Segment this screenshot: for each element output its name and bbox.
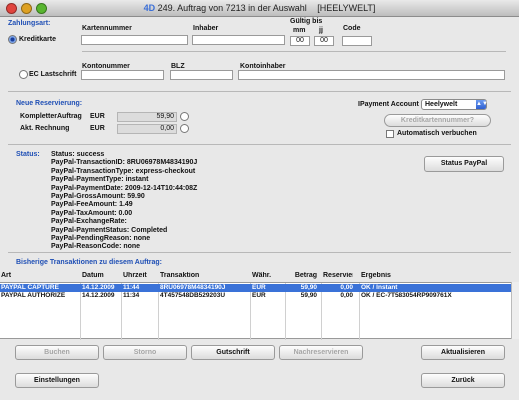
column-header-reserviert[interactable]: Reserviert [323,272,353,279]
transactions-section-label: Bisherige Transaktionen zu diesem Auftra… [16,259,162,266]
complete-order-currency: EUR [90,113,105,120]
auto-book-label: Automatisch verbuchen [397,130,477,137]
cell-datum: 14.12.2009 [82,292,115,299]
gutschrift-button[interactable]: Gutschrift [191,345,275,360]
section-divider-3 [8,252,511,253]
account-number-field[interactable] [81,70,164,80]
valid-until-column: Gültig bis [290,18,323,25]
account-holder-field[interactable] [238,70,505,80]
status-line: PayPal-FeeAmount: 1.49 [51,201,133,209]
status-line: PayPal-GrossAmount: 59.90 [51,193,145,201]
complete-order-amount: 59,90 [117,112,177,122]
cell-art: PAYPAL AUTHORIZE [1,292,66,299]
ipayment-account-select[interactable]: Heelywelt ▲▼ [421,99,488,110]
column-header-transaktion[interactable]: Transaktion [160,272,250,279]
card-holder-column: Inhaber [193,25,219,32]
window-title-text: 249. Auftrag von 7213 in der Auswahl [157,3,307,13]
reservation-section-label: Neue Reservierung: [16,100,83,107]
transactions-scrollbar[interactable] [511,282,519,339]
status-line: PayPal-TransactionID: 8RU06978M4834190J [51,159,198,167]
status-line: PayPal-TaxAmount: 0.00 [51,209,133,217]
blz-column: BLZ [171,63,185,70]
cell-waehrung: EUR [252,292,266,299]
status-line: PayPal-PaymentStatus: Completed [51,226,168,234]
cell-betrag: 59,90 [300,292,317,299]
app-icon: 4D [143,3,156,13]
status-text: Status: success PayPal-TransactionID: 8RU… [51,151,351,252]
cell-reserviert: 0,00 [340,284,353,291]
status-line: Status: success [51,151,105,158]
card-code-field[interactable] [342,36,372,46]
card-number-column: Kartennummer [82,25,132,32]
account-holder-column: Kontoinhaber [240,63,286,70]
payment-section-label: Zahlungsart: [8,20,51,27]
status-section-label: Status: [16,151,40,158]
cell-reserviert: 0,00 [340,292,353,299]
complete-order-radio[interactable] [180,112,189,121]
blz-field[interactable] [170,70,233,80]
column-header-betrag[interactable]: Betrag [287,272,317,279]
year-field[interactable]: 00 [314,36,334,46]
month-column: mm [293,27,306,34]
chevron-down-icon: ▲▼ [476,100,488,109]
storno-button[interactable]: Storno [103,345,187,360]
transactions-header: Art Datum Uhrzeit Transaktion Währ. Betrag Res… [0,272,519,280]
buchen-button[interactable]: Buchen [15,345,99,360]
credit-card-number-button[interactable]: Kreditkartennummer? [384,114,491,127]
cell-datum: 14.12.2009 [82,284,115,291]
column-header-art[interactable]: Art [1,272,81,279]
status-line: PayPal-ExchangeRate: [51,218,127,226]
card-number-field[interactable] [81,35,188,45]
payment-divider [82,51,506,52]
current-invoice-amount: 0,00 [117,124,177,134]
status-line: PayPal-ReasonCode: none [51,243,141,251]
nachreservieren-button[interactable]: Nachreservieren [279,345,363,360]
card-code-column: Code [343,25,361,32]
current-invoice-radio[interactable] [180,124,189,133]
column-header-waehrung[interactable]: Währ. [252,272,282,279]
kreditkarte-label: Kreditkarte [19,36,56,43]
zurueck-button[interactable]: Zurück [421,373,505,388]
transactions-table[interactable]: PAYPAL CAPTURE 14.12.2009 11:44 8RU06978M48… [0,282,519,340]
column-header-datum[interactable]: Datum [82,272,122,279]
status-line: PayPal-PendingReason: none [51,235,151,243]
lastschrift-label: EC Lastschrift [29,71,77,78]
einstellungen-button[interactable]: Einstellungen [15,373,99,388]
current-invoice-currency: EUR [90,125,105,132]
aktualisieren-button[interactable]: Aktualisieren [421,345,505,360]
window-title: 4D 249. Auftrag von 7213 in der Auswahl … [0,3,519,13]
auto-book-checkbox[interactable] [386,130,394,138]
status-line: PayPal-TransactionType: express-checkout [51,167,196,175]
cell-ergebnis: OK / EC-7T583054RP909761X [361,292,452,299]
cell-waehrung: EUR [252,284,266,291]
section-divider [8,91,511,92]
cell-ergebnis: OK / Instant [361,284,398,291]
cell-transaktion: 4T457548DB529203U [160,292,226,299]
cell-uhrzeit: 11:44 [123,284,140,291]
lastschrift-radio[interactable] [19,70,28,79]
cell-art: PAYPAL CAPTURE [1,284,59,291]
status-line: PayPal-PaymentType: instant [51,176,149,184]
window-title-tag: [HEELYWELT] [317,3,376,13]
column-header-ergebnis[interactable]: Ergebnis [361,272,511,279]
year-column: jj [319,27,323,34]
card-holder-field[interactable] [192,35,285,45]
table-row[interactable]: PAYPAL AUTHORIZE 14.12.2009 11:34 4T457548D… [0,292,512,300]
cell-betrag: 59,90 [300,284,317,291]
cell-uhrzeit: 11:34 [123,292,140,299]
current-invoice-label: Akt. Rechnung [20,125,70,132]
kreditkarte-radio[interactable] [8,35,17,44]
account-number-column: Kontonummer [82,63,130,70]
complete-order-label: KompletterAuftrag [20,113,82,120]
column-header-uhrzeit[interactable]: Uhrzeit [123,272,159,279]
status-line: PayPal-PaymentDate: 2009-12-14T10:44:08Z [51,184,198,192]
ipayment-account-label: IPayment Account [358,101,419,108]
cell-transaktion: 8RU06978M4834190J [160,284,226,291]
section-divider-2 [8,144,511,145]
ipayment-account-value: Heelywelt [425,101,458,108]
status-paypal-button[interactable]: Status PayPal [424,156,504,172]
table-row[interactable]: PAYPAL CAPTURE 14.12.2009 11:44 8RU06978M48… [0,284,512,292]
month-field[interactable]: 00 [290,36,310,46]
